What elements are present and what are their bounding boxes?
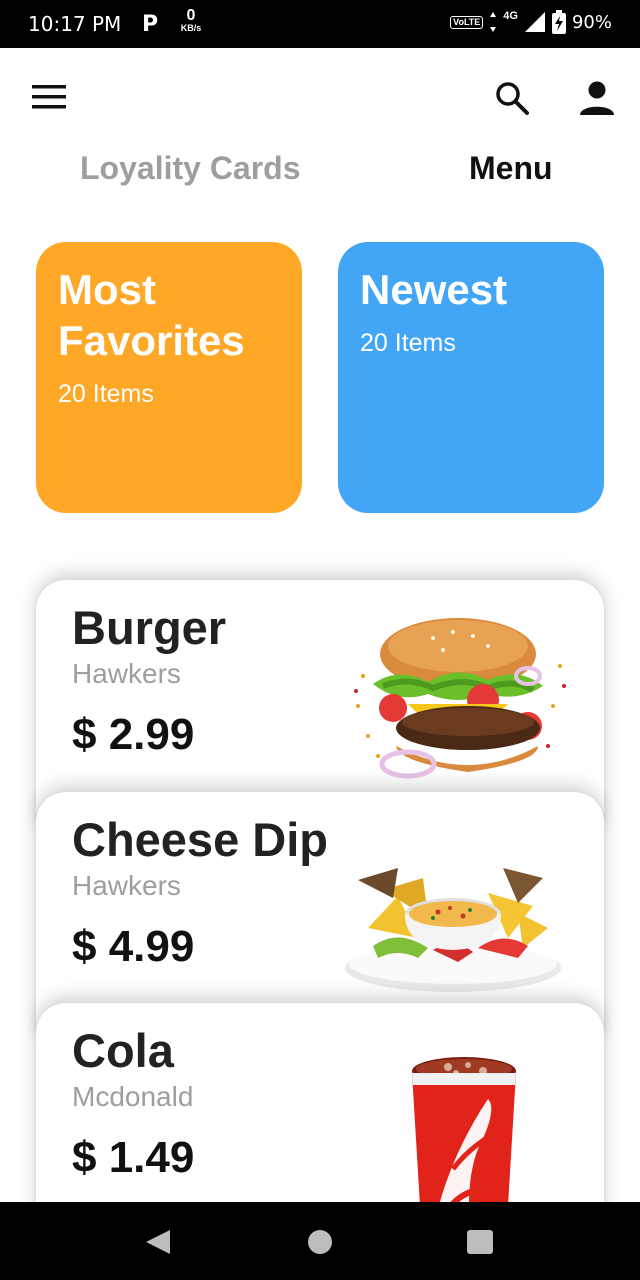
battery-level: 90% bbox=[571, 11, 612, 33]
food-price: $ 4.99 bbox=[72, 922, 195, 971]
food-price: $ 1.49 bbox=[72, 1133, 195, 1182]
network-speed-unit: KB/s bbox=[180, 23, 202, 33]
food-vendor: Mcdonald bbox=[72, 1081, 194, 1112]
system-nav-bar bbox=[0, 1202, 640, 1280]
cola-cup-image bbox=[412, 1057, 516, 1229]
home-icon[interactable] bbox=[308, 1230, 332, 1254]
food-name: Cheese Dip bbox=[72, 813, 328, 866]
network-speed: 0 KB/s bbox=[176, 8, 206, 33]
food-name: Burger bbox=[72, 601, 227, 654]
data-arrows-icon bbox=[490, 12, 497, 32]
status-bar: 10:17 PM P 0 KB/s VoLTE 4G 90% bbox=[0, 0, 640, 48]
category-title-line2: Favorites bbox=[58, 317, 245, 364]
category-most-favorites[interactable]: Most Favorites 20 Items bbox=[36, 242, 302, 513]
cheese-dip-image bbox=[345, 868, 561, 992]
search-icon[interactable] bbox=[494, 80, 530, 116]
network-speed-value: 0 bbox=[186, 7, 196, 24]
recent-apps-icon[interactable] bbox=[467, 1230, 493, 1254]
food-vendor: Hawkers bbox=[72, 870, 181, 901]
signal-icon bbox=[524, 12, 545, 32]
tab-loyality-cards[interactable]: Loyality Cards bbox=[80, 150, 301, 187]
hamburger-menu-icon[interactable] bbox=[32, 84, 66, 110]
tab-menu[interactable]: Menu bbox=[469, 150, 553, 187]
food-price: $ 2.99 bbox=[72, 710, 195, 759]
network-type: 4G bbox=[503, 10, 518, 22]
back-icon[interactable] bbox=[144, 1228, 172, 1256]
category-count: 20 Items bbox=[58, 380, 154, 408]
category-title-line1: Most bbox=[58, 266, 156, 313]
parking-notification-icon: P bbox=[142, 12, 159, 37]
person-icon[interactable] bbox=[578, 80, 616, 116]
food-vendor: Hawkers bbox=[72, 658, 181, 689]
food-name: Cola bbox=[72, 1024, 174, 1077]
volte-icon: VoLTE bbox=[450, 15, 484, 29]
category-title: Most Favorites bbox=[58, 264, 280, 366]
category-newest[interactable]: Newest 20 Items bbox=[338, 242, 604, 513]
battery-charging-icon bbox=[551, 10, 566, 34]
burger-image bbox=[354, 618, 566, 779]
category-count: 20 Items bbox=[360, 329, 456, 357]
category-title: Newest bbox=[360, 266, 508, 313]
status-right: VoLTE 4G 90% bbox=[450, 10, 612, 34]
status-time: 10:17 PM bbox=[28, 12, 122, 36]
